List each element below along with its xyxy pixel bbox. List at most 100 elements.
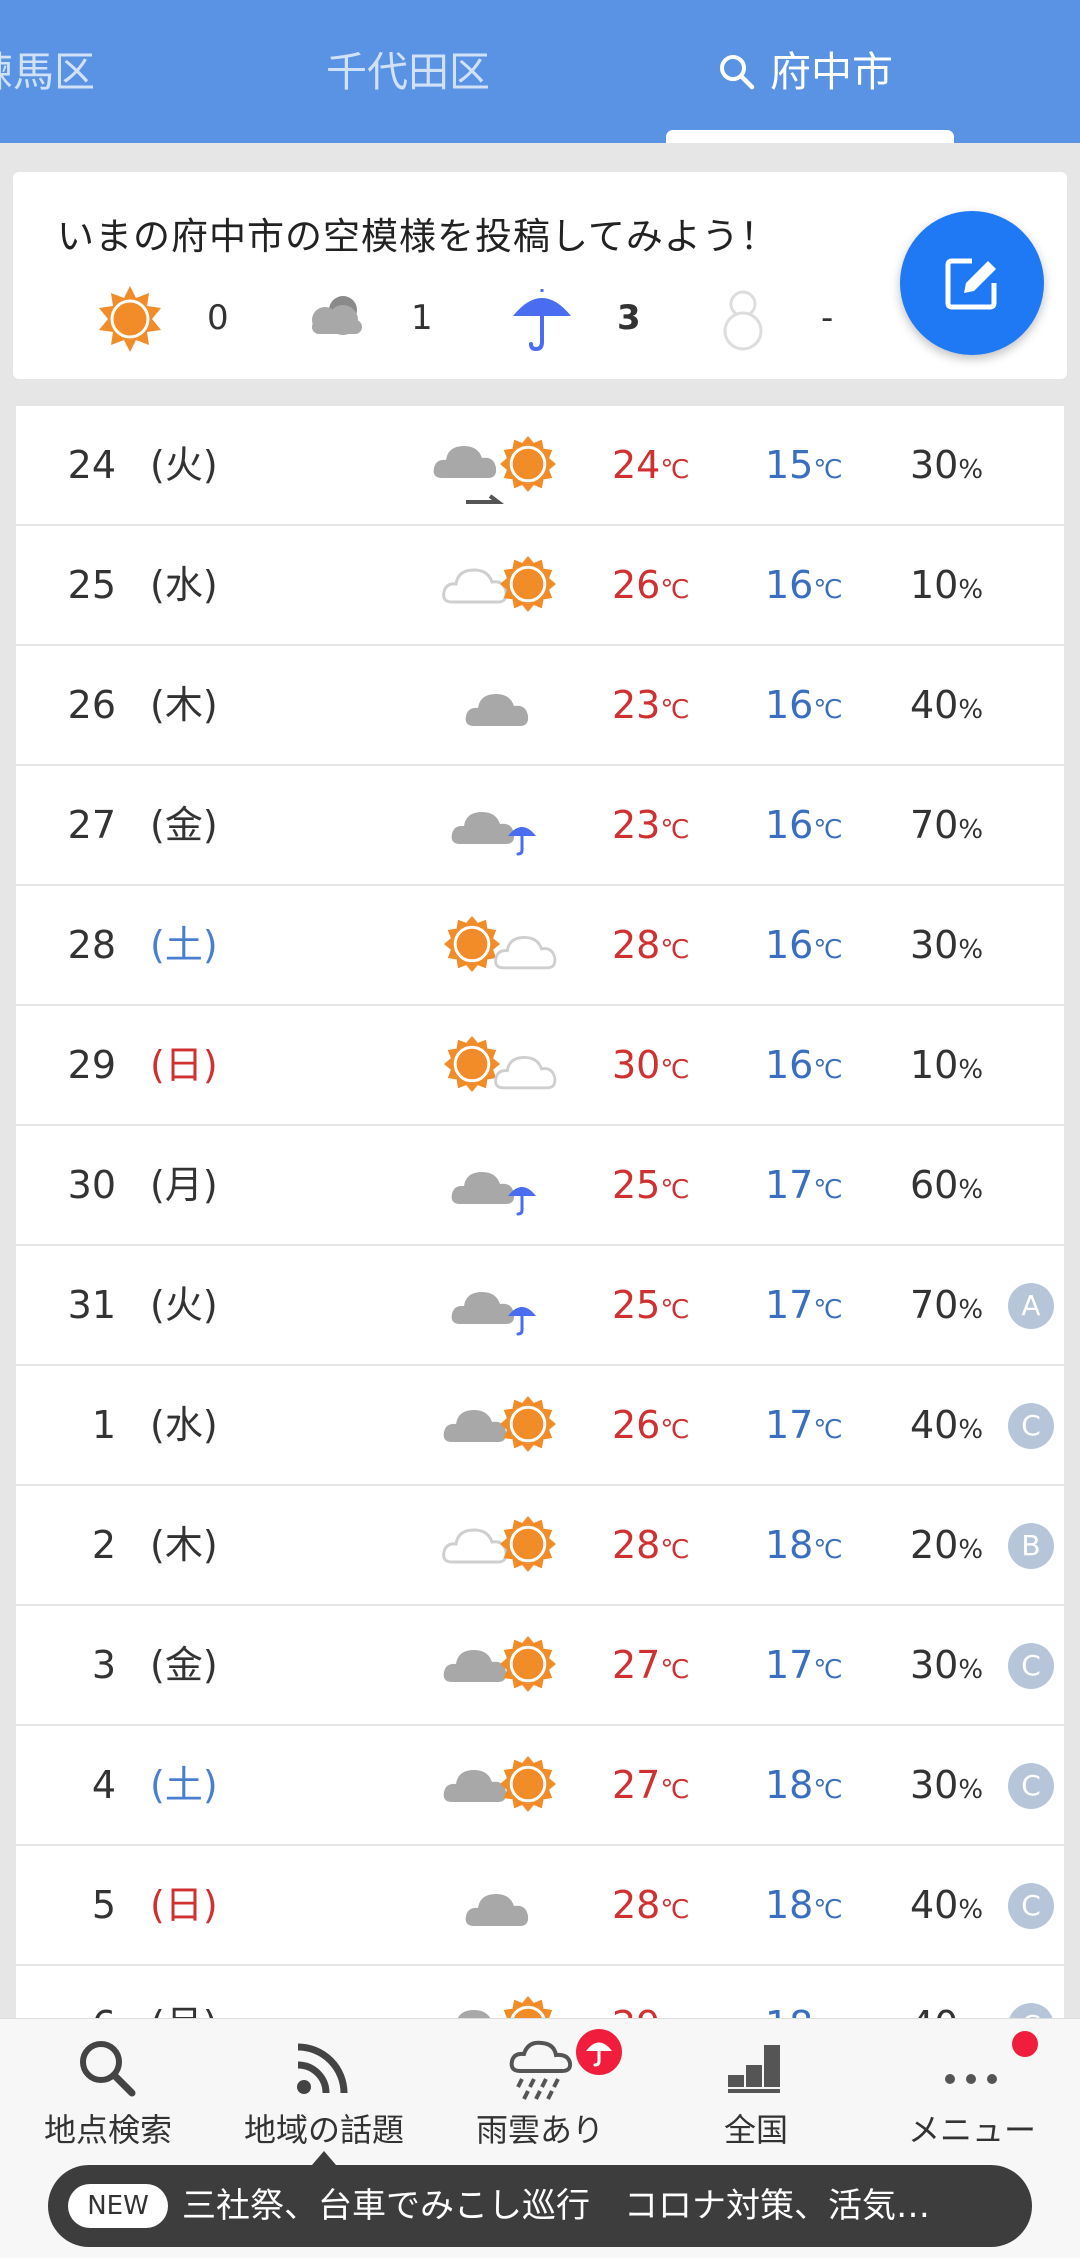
post-report-button[interactable] (900, 211, 1044, 355)
sun-icon (99, 286, 161, 352)
forecast-rain-chance: 40% (910, 1846, 983, 1964)
percent-unit: % (958, 1175, 984, 1205)
high-temp-value: 29 (612, 2003, 660, 2018)
percent-unit: % (958, 1415, 984, 1445)
low-temp-value: 17 (765, 1643, 814, 1687)
forecast-low-temp: 16℃ (765, 886, 843, 1004)
rain-chance-value: 40 (910, 1403, 959, 1447)
edit-icon (945, 258, 997, 310)
temp-unit: ℃ (660, 455, 690, 485)
forecast-row[interactable]: 30 (月) 25℃ 17℃ 60% (16, 1126, 1064, 1244)
forecast-day: 29 (67, 1043, 116, 1087)
weather-icon (416, 766, 566, 884)
nav-location-search-label: 地点検索 (43, 2111, 172, 2149)
temp-unit: ℃ (660, 1775, 690, 1805)
high-temp-value: 30 (612, 1043, 661, 1087)
forecast-weekday: (金) (150, 1643, 218, 1687)
weather-icon (416, 1966, 566, 2018)
forecast-row[interactable]: 28 (土) 28℃ 16℃ 30% (16, 886, 1064, 1004)
forecast-day: 4 (91, 1763, 116, 1807)
forecast-high-temp: 23℃ (612, 766, 690, 884)
forecast-low-temp: 18℃ (765, 1726, 843, 1844)
forecast-row[interactable]: 2 (木) 28℃ 18℃ 20% B (16, 1486, 1064, 1604)
temp-unit: ℃ (813, 1895, 843, 1925)
forecast-row[interactable]: 25 (水) 26℃ 16℃ 10% (16, 526, 1064, 644)
nav-local-topics[interactable]: 地域の話題 (216, 2019, 432, 2159)
reliability-badge: C (1008, 1403, 1054, 1449)
cloud-icon (312, 296, 362, 335)
forecast-rain-chance: 40% (910, 1966, 983, 2018)
forecast-high-temp: 27℃ (612, 1606, 690, 1724)
forecast-weekday: (金) (150, 803, 218, 847)
forecast-day: 28 (67, 923, 116, 967)
forecast-row[interactable]: 27 (金) 23℃ 16℃ 70% (16, 766, 1064, 884)
forecast-row[interactable]: 24 (火) 24℃ 15℃ 30% (16, 406, 1064, 524)
rain-chance-value: 40 (910, 683, 959, 727)
weather-icon (416, 1726, 566, 1844)
weather-icon (416, 886, 566, 1004)
high-temp-value: 28 (612, 1523, 661, 1567)
forecast-high-temp: 26℃ (612, 526, 690, 644)
rss-icon (297, 2043, 348, 2094)
low-temp-value: 18 (765, 2003, 813, 2018)
forecast-high-temp: 28℃ (612, 1846, 690, 1964)
forecast-row[interactable]: 31 (火) 25℃ 17℃ 70% A (16, 1246, 1064, 1364)
search-icon (720, 55, 755, 90)
high-temp-value: 23 (612, 683, 661, 727)
temp-unit: ℃ (660, 575, 690, 605)
forecast-high-temp: 27℃ (612, 1726, 690, 1844)
rain-chance-value: 10 (910, 1043, 959, 1087)
forecast-rain-chance: 70% (910, 1246, 983, 1364)
forecast-day: 24 (67, 443, 116, 487)
stairs-chart-icon (728, 2045, 780, 2093)
nav-rain-cloud-label: 雨雲あり (475, 2111, 604, 2149)
nav-nationwide[interactable]: 全国 (648, 2019, 864, 2159)
reliability-badge: B (1008, 1523, 1054, 1569)
high-temp-value: 24 (612, 443, 661, 487)
tab-nerima[interactable]: 練馬区 (0, 42, 95, 102)
temp-unit: ℃ (813, 1415, 843, 1445)
forecast-weekday: (日) (150, 1883, 218, 1927)
forecast-low-temp: 17℃ (765, 1606, 843, 1724)
forecast-low-temp: 17℃ (765, 1126, 843, 1244)
rain-chance-value: 30 (910, 1643, 959, 1687)
snowman-icon (723, 290, 763, 351)
rain-alert-badge (576, 2029, 622, 2075)
forecast-day: 27 (67, 803, 116, 847)
forecast-rain-chance: 10% (910, 526, 983, 644)
menu-notification-dot (1012, 2031, 1038, 2057)
forecast-low-temp: 16℃ (765, 1006, 843, 1124)
nav-local-topics-label: 地域の話題 (243, 2111, 404, 2149)
temp-unit: ℃ (813, 575, 843, 605)
forecast-row[interactable]: 5 (日) 28℃ 18℃ 40% C (16, 1846, 1064, 1964)
high-temp-value: 26 (612, 563, 661, 607)
forecast-row[interactable]: 4 (土) 27℃ 18℃ 30% C (16, 1726, 1064, 1844)
forecast-rain-chance: 40% (910, 646, 983, 764)
temp-unit: ℃ (660, 695, 690, 725)
forecast-row[interactable]: 26 (木) 23℃ 16℃ 40% (16, 646, 1064, 764)
forecast-row[interactable]: 3 (金) 27℃ 17℃ 30% C (16, 1606, 1064, 1724)
temp-unit: ℃ (813, 695, 843, 725)
nav-menu[interactable]: メニュー (864, 2019, 1080, 2159)
high-temp-value: 27 (612, 1763, 661, 1807)
forecast-row[interactable]: 6 (月) 29℃ 18℃ 40% C (16, 1966, 1064, 2018)
forecast-row[interactable]: 1 (水) 26℃ 17℃ 40% C (16, 1366, 1064, 1484)
forecast-low-temp: 17℃ (765, 1246, 843, 1364)
percent-unit: % (958, 1775, 984, 1805)
nav-location-search[interactable]: 地点検索 (0, 2019, 216, 2159)
low-temp-value: 18 (765, 1523, 814, 1567)
rain-chance-value: 30 (910, 1763, 959, 1807)
forecast-weekday: (木) (150, 683, 218, 727)
forecast-row[interactable]: 29 (日) 30℃ 16℃ 10% (16, 1006, 1064, 1124)
search-icon (80, 2041, 136, 2097)
percent-unit: % (958, 1055, 984, 1085)
temp-unit: ℃ (660, 1415, 690, 1445)
reliability-badge: A (1008, 1283, 1054, 1329)
temp-unit: ℃ (813, 1055, 843, 1085)
tab-fuchu[interactable]: 府中市 (718, 42, 893, 102)
news-ticker[interactable]: NEW 三社祭、台車でみこし巡行 コロナ対策、活気… (48, 2165, 1032, 2247)
rain-chance-value: 70 (910, 803, 959, 847)
reliability-badge: C (1008, 1763, 1054, 1809)
forecast-weekday: (火) (150, 1283, 218, 1327)
tab-chiyoda[interactable]: 千代田区 (326, 42, 490, 102)
